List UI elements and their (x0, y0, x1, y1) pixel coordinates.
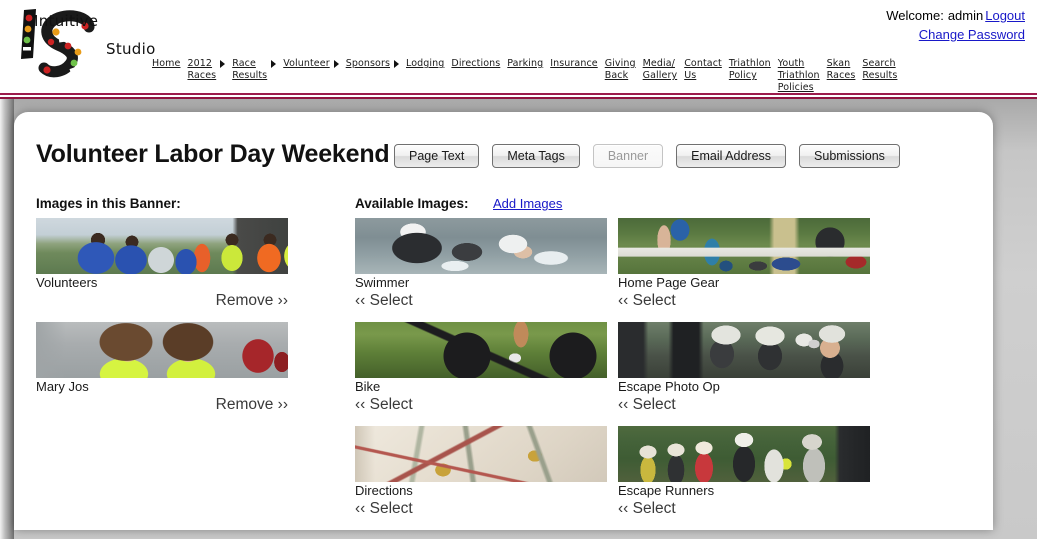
site-header: Intuitive Studio Welcome: admin Logout Cha… (0, 0, 1037, 93)
image-thumbnail[interactable] (36, 218, 288, 274)
content-panel: Volunteer Labor Day Weekend Page Text Met… (14, 112, 993, 530)
nav-link[interactable]: Youth Triathlon Policies (778, 58, 820, 93)
nav-item[interactable]: Skan Races (827, 58, 856, 82)
logo-brand-line2: Studio (106, 40, 156, 58)
select-image-link[interactable]: ‹‹ Select (355, 291, 607, 311)
nav-link[interactable]: Triathlon Policy (729, 58, 771, 82)
remove-image-link[interactable]: Remove ›› (36, 395, 288, 415)
image-card: Escape Runners ‹‹ Select (618, 426, 870, 519)
toolbar-button-submissions[interactable]: Submissions (799, 144, 900, 168)
nav-item[interactable]: Parking (507, 58, 543, 70)
nav-item[interactable]: Directions (451, 58, 500, 70)
nav-link[interactable]: Lodging (406, 58, 444, 70)
nav-link[interactable]: 2012 Races (187, 58, 216, 82)
nav-link[interactable]: Contact Us (684, 58, 722, 82)
toolbar-button-page-text[interactable]: Page Text (394, 144, 480, 168)
page-root: Intuitive Studio Welcome: admin Logout Cha… (0, 0, 1037, 539)
nav-item[interactable]: Race Results (232, 58, 277, 82)
select-image-link[interactable]: ‹‹ Select (355, 395, 607, 415)
nav-item[interactable]: Home (152, 58, 180, 70)
image-caption: Home Page Gear (618, 275, 720, 290)
nav-link[interactable]: Insurance (550, 58, 598, 70)
nav-link[interactable]: Media/ Gallery (643, 58, 678, 82)
image-card: Volunteers Remove ›› (36, 218, 288, 311)
toolbar: Page Text Meta Tags Banner Email Address Sub… (394, 144, 900, 168)
image-card: Mary Jos Remove ›› (36, 322, 288, 415)
toolbar-button-banner: Banner (592, 144, 664, 168)
nav-link[interactable]: Skan Races (827, 58, 856, 82)
available-images-column: Swimmer ‹‹ Select Home Page Gear ‹‹ Select… (355, 218, 970, 530)
image-caption: Directions (355, 483, 413, 498)
select-image-link[interactable]: ‹‹ Select (618, 499, 870, 519)
add-images-link[interactable]: Add Images (493, 196, 562, 211)
nav-link[interactable]: Search Results (862, 58, 897, 82)
nav-item[interactable]: Triathlon Policy (729, 58, 771, 82)
image-caption: Escape Runners (618, 483, 715, 498)
image-caption: Mary Jos (36, 379, 89, 394)
nav-link[interactable]: Home (152, 58, 180, 70)
nav-item[interactable]: Contact Us (684, 58, 722, 82)
toolbar-button-meta-tags[interactable]: Meta Tags (492, 144, 580, 168)
image-card: Escape Photo Op ‹‹ Select (618, 322, 870, 415)
select-image-link[interactable]: ‹‹ Select (618, 395, 870, 415)
selected-images-heading: Images in this Banner: (36, 196, 181, 211)
nav-item[interactable]: Giving Back (605, 58, 636, 82)
nav-link[interactable]: Giving Back (605, 58, 636, 82)
page-title: Volunteer Labor Day Weekend (36, 140, 390, 168)
image-thumbnail[interactable] (618, 218, 870, 274)
main-navigation: Home 2012 Races Race Results Volunteer Spons… (152, 58, 1032, 93)
nav-item[interactable]: Sponsors (346, 58, 400, 70)
welcome-label: Welcome: (886, 8, 944, 23)
chevron-right-icon (220, 60, 226, 68)
logout-link[interactable]: Logout (985, 8, 1025, 23)
image-thumbnail[interactable] (618, 322, 870, 378)
image-card: Directions ‹‹ Select (355, 426, 607, 519)
image-caption: Escape Photo Op (618, 379, 720, 394)
chevron-right-icon (271, 60, 277, 68)
select-image-link[interactable]: ‹‹ Select (618, 291, 870, 311)
nav-link[interactable]: Volunteer (283, 58, 329, 70)
image-thumbnail[interactable] (355, 218, 607, 274)
chevron-right-icon (333, 60, 339, 68)
image-caption: Volunteers (36, 275, 98, 290)
image-caption: Swimmer (355, 275, 410, 290)
image-card: Swimmer ‹‹ Select (355, 218, 607, 311)
logo-brand-line1: Intuitive (34, 12, 99, 30)
nav-item[interactable]: Media/ Gallery (643, 58, 678, 82)
chevron-right-icon (394, 60, 400, 68)
welcome-username: admin (947, 8, 984, 23)
image-thumbnail[interactable] (618, 426, 870, 482)
welcome-block: Welcome: admin Logout Change Password (886, 6, 1025, 44)
nav-item[interactable]: Youth Triathlon Policies (778, 58, 820, 93)
nav-link[interactable]: Sponsors (346, 58, 390, 70)
left-gutter (0, 99, 14, 539)
nav-link[interactable]: Directions (451, 58, 500, 70)
site-logo[interactable]: Intuitive Studio (6, 2, 156, 93)
nav-item[interactable]: Search Results (862, 58, 897, 82)
change-password-link[interactable]: Change Password (919, 27, 1025, 42)
available-images-grid: Swimmer ‹‹ Select Home Page Gear ‹‹ Select… (355, 218, 970, 530)
image-thumbnail[interactable] (36, 322, 288, 378)
image-card: Home Page Gear ‹‹ Select (618, 218, 870, 311)
nav-item[interactable]: Volunteer (283, 58, 339, 70)
selected-images-column: Volunteers Remove ›› Mary Jos Remove ›› (36, 218, 288, 426)
remove-image-link[interactable]: Remove ›› (36, 291, 288, 311)
nav-item[interactable]: Insurance (550, 58, 598, 70)
toolbar-button-email-address[interactable]: Email Address (676, 144, 787, 168)
available-images-heading: Available Images: (355, 196, 469, 211)
nav-item[interactable]: Lodging (406, 58, 444, 70)
image-card: Bike ‹‹ Select (355, 322, 607, 415)
nav-item[interactable]: 2012 Races (187, 58, 226, 82)
image-thumbnail[interactable] (355, 322, 607, 378)
nav-link[interactable]: Race Results (232, 58, 267, 82)
image-caption: Bike (355, 379, 381, 394)
select-image-link[interactable]: ‹‹ Select (355, 499, 607, 519)
header-rule-top (0, 93, 1037, 95)
nav-link[interactable]: Parking (507, 58, 543, 70)
image-thumbnail[interactable] (355, 426, 607, 482)
